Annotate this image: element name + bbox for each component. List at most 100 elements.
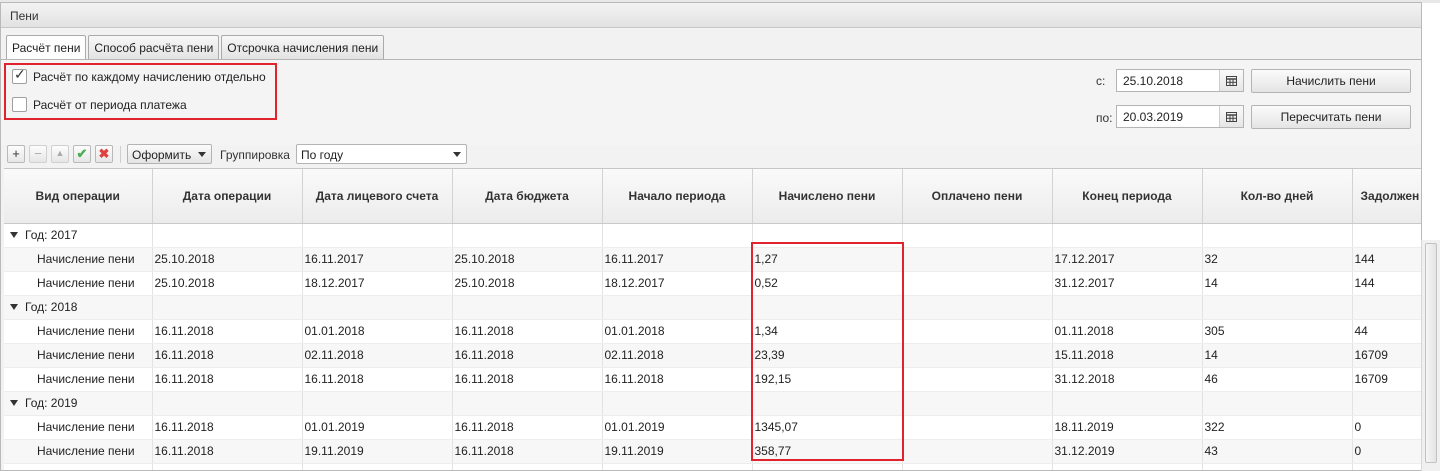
expand-triangle-icon[interactable] [10,232,18,238]
calendar-icon[interactable] [1219,70,1243,91]
table-cell[interactable]: 02.11.2018 [302,343,453,368]
table-cell[interactable]: 31.12.2018 [1052,367,1203,392]
check-icon[interactable]: ✔ [73,145,91,163]
plus-icon[interactable]: + [7,145,25,163]
group-cell[interactable]: Год: 2017 [4,223,153,248]
table-row[interactable]: Начисление пени 16.11.2018 02.11.2018 16.11… [4,343,1421,368]
calc-penalty-button[interactable]: Начислить пени [1251,69,1411,93]
table-cell[interactable]: 16.11.2018 [152,439,303,464]
group-row[interactable]: Год: 2019 [4,391,1421,416]
column-header[interactable]: Кол-во дней [1202,169,1353,224]
column-header[interactable]: Начислено пени [752,169,903,224]
expand-triangle-icon[interactable] [10,400,18,406]
table-cell[interactable]: 16.11.2017 [302,247,453,272]
table-cell[interactable]: 16.11.2018 [452,367,603,392]
table-cell[interactable]: 16.11.2018 [152,367,303,392]
arrow-up-icon[interactable]: ▲ [51,145,69,163]
table-row[interactable]: Начисление пени 16.11.2018 01.01.2018 16.11… [4,319,1421,344]
group-cell[interactable]: Год: 2019 [4,391,153,416]
table-cell[interactable]: 16709 [1352,343,1421,368]
column-header[interactable]: Задолжен [1352,169,1421,224]
table-cell[interactable]: Начисление пени [4,247,153,272]
table-cell[interactable]: 31.12.2019 [1052,439,1203,464]
table-cell[interactable]: 16709 [1352,367,1421,392]
table-cell[interactable]: 322 [1202,415,1353,440]
tab-deferral[interactable]: Отсрочка начисления пени [221,35,385,59]
column-header[interactable]: Оплачено пени [902,169,1053,224]
table-cell[interactable]: 16.11.2017 [602,247,753,272]
table-cell[interactable]: 305 [1202,319,1353,344]
table-cell[interactable]: 25.10.2018 [452,247,603,272]
table-cell[interactable]: 32 [1202,247,1353,272]
table-cell[interactable]: 144 [1352,247,1421,272]
table-cell[interactable]: 16.11.2018 [152,415,303,440]
table-cell[interactable]: 01.01.2019 [602,415,753,440]
table-cell[interactable]: 14 [1202,343,1353,368]
table-cell[interactable]: 25.10.2018 [452,271,603,296]
table-cell[interactable] [902,343,1053,368]
table-cell[interactable]: 16.11.2018 [152,319,303,344]
table-row[interactable]: Начисление пени 25.10.2018 18.12.2017 25.10… [4,271,1421,296]
table-cell[interactable]: 144 [1352,271,1421,296]
table-cell[interactable] [902,367,1053,392]
table-cell[interactable]: Начисление пени [4,415,153,440]
vertical-scrollbar[interactable] [1421,240,1440,471]
table-cell[interactable]: 31.12.2017 [1052,271,1203,296]
minus-icon[interactable]: − [29,145,47,163]
table-cell[interactable] [902,271,1053,296]
group-row[interactable]: Год: 2017 [4,223,1421,248]
table-cell[interactable] [902,415,1053,440]
table-cell[interactable]: 17.12.2017 [1052,247,1203,272]
table-cell[interactable]: Начисление пени [4,367,153,392]
column-header[interactable]: Дата бюджета [452,169,603,224]
tab-calc-method[interactable]: Способ расчёта пени [88,35,220,59]
group-cell[interactable]: Год: 2018 [4,295,153,320]
table-cell[interactable]: 46 [1202,367,1353,392]
table-cell[interactable]: 16.11.2018 [452,415,603,440]
date-from-field[interactable]: 25.10.2018 [1116,69,1244,92]
date-to-value[interactable]: 20.03.2019 [1117,106,1219,127]
red-x-icon[interactable]: ✖ [95,145,113,163]
table-row[interactable]: Начисление пени 16.11.2018 01.01.2019 16.11… [4,415,1421,440]
expand-triangle-icon[interactable] [10,304,18,310]
column-header[interactable]: Дата операции [152,169,303,224]
table-cell[interactable]: 01.01.2019 [302,415,453,440]
table-cell[interactable]: 01.01.2018 [602,319,753,344]
tab-penalty-calc[interactable]: Расчёт пени [6,35,87,59]
table-cell[interactable]: 16.11.2018 [452,439,603,464]
table-cell[interactable]: 19.11.2019 [302,439,453,464]
table-cell[interactable]: 02.11.2018 [602,343,753,368]
format-dropdown[interactable]: Оформить [127,144,212,164]
group-row[interactable]: Год: 2018 [4,295,1421,320]
table-cell[interactable]: 25.10.2018 [152,271,303,296]
table-cell[interactable]: Начисление пени [4,271,153,296]
scrollbar-thumb[interactable] [1425,243,1437,463]
column-header[interactable]: Дата лицевого счета [302,169,453,224]
table-row[interactable]: Начисление пени 16.11.2018 16.11.2018 16.11… [4,367,1421,392]
table-row[interactable]: Начисление пени 25.10.2018 16.11.2017 25.10… [4,247,1421,272]
table-cell[interactable] [902,439,1053,464]
table-cell[interactable]: Начисление пени [4,439,153,464]
table-cell[interactable]: 15.11.2018 [1052,343,1203,368]
table-cell[interactable]: 25.10.2018 [152,247,303,272]
recalc-penalty-button[interactable]: Пересчитать пени [1251,105,1411,129]
table-cell[interactable]: 19.11.2019 [602,439,753,464]
table-cell[interactable]: 18.12.2017 [302,271,453,296]
table-cell[interactable]: Начисление пени [4,343,153,368]
column-header[interactable]: Начало периода [602,169,753,224]
table-cell[interactable]: 18.11.2019 [1052,415,1203,440]
column-header[interactable]: Конец периода [1052,169,1203,224]
table-cell[interactable]: 18.12.2017 [602,271,753,296]
table-cell[interactable]: 43 [1202,439,1353,464]
table-cell[interactable]: Начисление пени [4,319,153,344]
calendar-icon[interactable] [1219,106,1243,127]
table-cell[interactable]: 01.01.2018 [302,319,453,344]
table-cell[interactable]: 44 [1352,319,1421,344]
grouping-select[interactable]: По году [296,144,467,164]
table-cell[interactable]: 01.11.2018 [1052,319,1203,344]
table-cell[interactable] [902,319,1053,344]
table-row[interactable]: Начисление пени 16.11.2018 19.11.2019 16.11… [4,439,1421,464]
table-cell[interactable]: 16.11.2018 [452,319,603,344]
column-header[interactable]: Вид операции [4,169,153,224]
table-cell[interactable]: 16.11.2018 [602,367,753,392]
